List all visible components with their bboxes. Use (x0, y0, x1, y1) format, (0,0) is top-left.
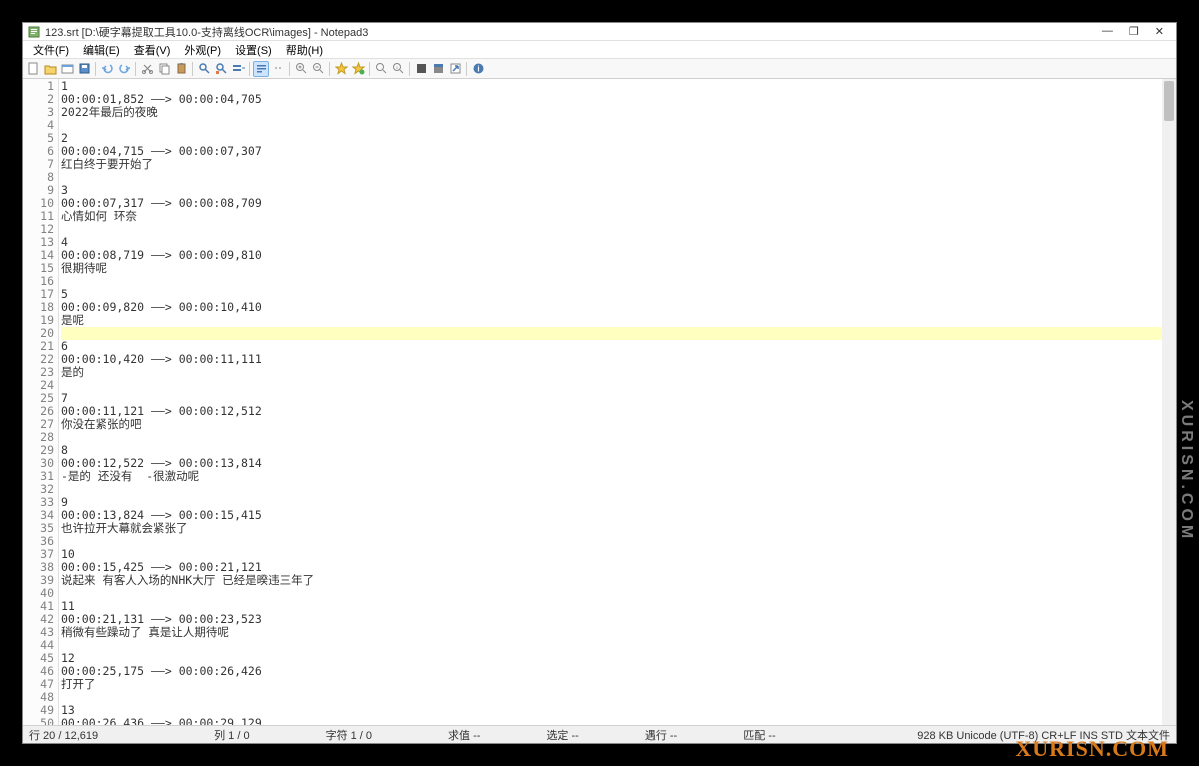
status-char: 字符 1 / 0 (326, 727, 372, 743)
text-line: 是的 (61, 366, 1174, 379)
status-column: 列 1 / 0 (214, 727, 249, 743)
text-line (61, 691, 1174, 704)
cut-icon[interactable] (139, 61, 155, 77)
launch-icon[interactable] (447, 61, 463, 77)
text-line (61, 171, 1174, 184)
line-number-gutter: 1234567891011121314151617181920212223242… (23, 79, 59, 725)
zoom-in-icon[interactable] (293, 61, 309, 77)
text-line (61, 587, 1174, 600)
find-icon[interactable] (196, 61, 212, 77)
minimize-button[interactable]: — (1102, 25, 1113, 38)
toolbar: 1 i (23, 59, 1176, 79)
show-whitespace-icon[interactable] (270, 61, 286, 77)
text-line (61, 535, 1174, 548)
maximize-button[interactable]: ❐ (1129, 25, 1139, 38)
menu-item[interactable]: 帮助(H) (280, 41, 329, 59)
bookmark-add-icon[interactable] (350, 61, 366, 77)
text-line: 也许拉开大幕就会紧张了 (61, 522, 1174, 535)
text-line: 00:00:04,715 ——> 00:00:07,307 (61, 145, 1174, 158)
text-line: 00:00:11,121 ——> 00:00:12,512 (61, 405, 1174, 418)
close-button[interactable]: ✕ (1155, 25, 1164, 38)
text-line: 00:00:13,824 ——> 00:00:15,415 (61, 509, 1174, 522)
text-line (61, 327, 1174, 340)
zoom-out-icon[interactable] (310, 61, 326, 77)
save-icon[interactable] (76, 61, 92, 77)
text-line: 红白终于要开始了 (61, 158, 1174, 171)
menu-item[interactable]: 查看(V) (128, 41, 177, 59)
text-line: 00:00:08,719 ——> 00:00:09,810 (61, 249, 1174, 262)
text-content[interactable]: 100:00:01,852 ——> 00:00:04,7052022年最后的夜晚… (59, 79, 1176, 725)
status-line: 行 20 / 12,619 (29, 727, 98, 743)
status-selection: 选定 -- (546, 727, 578, 743)
status-value: 求值 -- (448, 727, 480, 743)
paste-icon[interactable] (173, 61, 189, 77)
text-line (61, 275, 1174, 288)
menu-item[interactable]: 文件(F) (27, 41, 75, 59)
editor-area[interactable]: 1234567891011121314151617181920212223242… (23, 79, 1176, 725)
copy-icon[interactable] (156, 61, 172, 77)
browse-icon[interactable] (59, 61, 75, 77)
title-bar: 123.srt [D:\硬字幕提取工具10.0-支持离线OCR\images] … (23, 23, 1176, 41)
word-wrap-icon[interactable] (253, 61, 269, 77)
about-icon[interactable]: i (470, 61, 486, 77)
text-line: 00:00:25,175 ——> 00:00:26,426 (61, 665, 1174, 678)
redo-icon[interactable] (116, 61, 132, 77)
text-line: 00:00:12,522 ——> 00:00:13,814 (61, 457, 1174, 470)
text-line (61, 483, 1174, 496)
menu-item[interactable]: 编辑(E) (77, 41, 126, 59)
app-icon (27, 25, 41, 39)
text-line: 很期待呢 (61, 262, 1174, 275)
text-line: 00:00:09,820 ——> 00:00:10,410 (61, 301, 1174, 314)
menu-item[interactable]: 外观(P) (178, 41, 227, 59)
bookmark-icon[interactable] (333, 61, 349, 77)
text-line: 00:00:26,436 ——> 00:00:29,129 (61, 717, 1174, 725)
text-line (61, 431, 1174, 444)
text-line: 打开了 (61, 678, 1174, 691)
status-occurrence: 遇行 -- (645, 727, 677, 743)
find-next-icon[interactable] (230, 61, 246, 77)
watermark-bottom: XURISN.COM (1015, 736, 1169, 762)
zoom-reset-icon[interactable] (373, 61, 389, 77)
svg-text:i: i (477, 65, 479, 74)
app-window: 123.srt [D:\硬字幕提取工具10.0-支持离线OCR\images] … (22, 22, 1177, 744)
text-line: 2022年最后的夜晚 (61, 106, 1174, 119)
undo-icon[interactable] (99, 61, 115, 77)
replace-icon[interactable] (213, 61, 229, 77)
open-file-icon[interactable] (42, 61, 58, 77)
customize-icon[interactable] (430, 61, 446, 77)
text-line (61, 223, 1174, 236)
watermark-side: XURISN.COM (1177, 400, 1195, 542)
window-title: 123.srt [D:\硬字幕提取工具10.0-支持离线OCR\images] … (45, 24, 1102, 40)
text-line: 00:00:07,317 ——> 00:00:08,709 (61, 197, 1174, 210)
vertical-scrollbar[interactable] (1162, 79, 1176, 725)
menu-bar: 文件(F)编辑(E)查看(V)外观(P)设置(S)帮助(H) (23, 41, 1176, 59)
menu-item[interactable]: 设置(S) (229, 41, 278, 59)
text-line (61, 379, 1174, 392)
scheme-icon[interactable] (413, 61, 429, 77)
svg-text:1: 1 (395, 65, 398, 70)
text-line (61, 119, 1174, 132)
text-line: 说起来 有客人入场的NHK大厅 已经是暌违三年了 (61, 574, 1174, 587)
text-line: 00:00:10,420 ——> 00:00:11,111 (61, 353, 1174, 366)
new-file-icon[interactable] (25, 61, 41, 77)
scrollbar-thumb[interactable] (1164, 81, 1174, 121)
text-line: 稍微有些躁动了 真是让人期待呢 (61, 626, 1174, 639)
text-line (61, 639, 1174, 652)
text-line: 00:00:01,852 ——> 00:00:04,705 (61, 93, 1174, 106)
status-match: 匹配 -- (743, 727, 775, 743)
text-line: 是呢 (61, 314, 1174, 327)
text-line: 你没在紧张的吧 (61, 418, 1174, 431)
zoom-fit-icon[interactable]: 1 (390, 61, 406, 77)
status-bar: 行 20 / 12,619 列 1 / 0 字符 1 / 0 求值 -- 选定 … (23, 725, 1176, 743)
text-line: -是的 还没有 -很激动呢 (61, 470, 1174, 483)
text-line: 心情如何 环奈 (61, 210, 1174, 223)
